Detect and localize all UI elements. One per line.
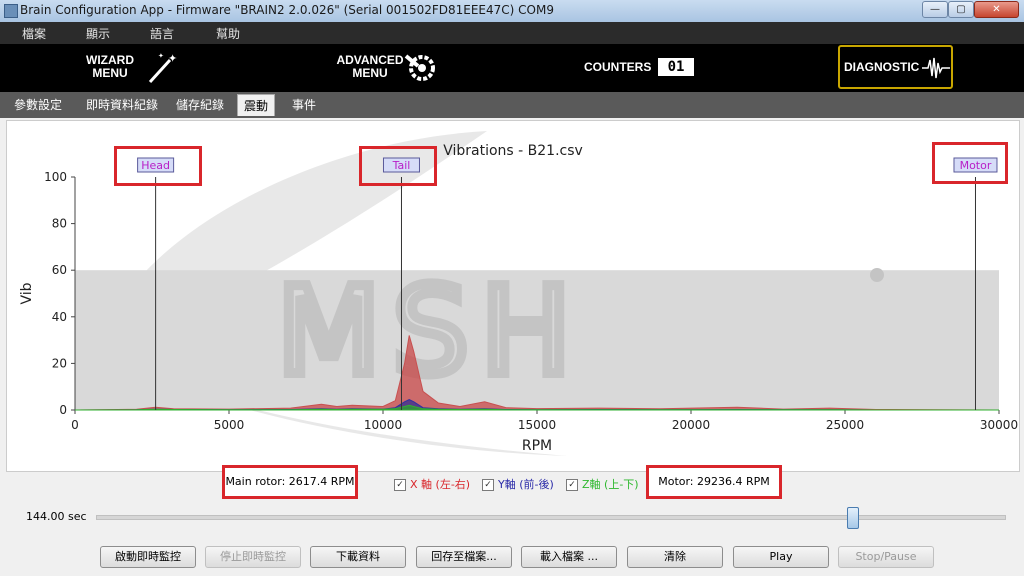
wizard-menu-button[interactable]: WIZARD MENU [78,54,142,80]
x-axis-label: X 軸 (左-右) [410,478,471,491]
time-slider-track[interactable] [96,515,1006,520]
title-bar: Brain Configuration App - Firmware "BRAI… [0,0,1024,23]
advanced-menu-button[interactable]: ADVANCED MENU [330,54,410,80]
checkbox-check-icon: ✓ [566,479,578,491]
head-marker-highlight [114,146,202,186]
time-label: 144.00 sec [26,510,87,523]
checkbox-check-icon: ✓ [394,479,406,491]
download-data-button[interactable]: 下載資料 [310,546,406,568]
x-axis-label: RPM [522,438,552,454]
x-tick-label: 5000 [214,418,245,432]
y-tick-label: 60 [52,263,67,277]
maximize-button[interactable]: ▢ [948,1,974,18]
x-tick-label: 25000 [826,418,864,432]
x-tick-label: 15000 [518,418,556,432]
load-file-button[interactable]: 載入檔案 ... [521,546,617,568]
watermark-text: MSH [277,263,583,402]
menu-help[interactable]: 幫助 [216,25,240,42]
y-axis-label: Y軸 (前-後) [498,478,554,491]
counter-digits-icon: 01 [658,58,694,76]
tab-vibration[interactable]: 震動 [237,94,276,116]
x-tick-label: 30000 [980,418,1018,432]
x-tick-label: 20000 [672,418,710,432]
z-axis-checkbox[interactable]: ✓ Z軸 (上-下) [566,476,639,492]
tab-parameters[interactable]: 參數設定 [14,96,62,113]
play-button[interactable]: Play [733,546,829,568]
y-tick-label: 100 [44,170,67,184]
counters-button[interactable]: COUNTERS [584,61,651,74]
stop-realtime-button[interactable]: 停止即時監控 [205,546,301,568]
main-rotor-readout: Main rotor: 2617.4 RPM [222,465,358,499]
minimize-button[interactable]: — [922,1,948,18]
y-tick-label: 0 [59,403,67,417]
tail-marker-highlight [359,146,437,186]
tab-realtime-log[interactable]: 即時資料紀錄 [86,96,158,113]
y-axis-checkbox[interactable]: ✓ Y軸 (前-後) [482,476,554,492]
start-realtime-button[interactable]: 啟動即時監控 [100,546,196,568]
menu-file[interactable]: 檔案 [22,25,46,42]
menu-bar: 檔案 顯示 語言 幫助 [0,22,1024,44]
magic-wand-icon: ✦ ✦ [148,52,177,84]
y-axis-label: Vib [19,282,35,304]
x-tick-label: 0 [71,418,79,432]
svg-text:✦: ✦ [168,52,177,65]
x-tick-label: 10000 [364,418,402,432]
menu-language[interactable]: 語言 [150,25,174,42]
diagnostic-label: DIAGNOSTIC [844,60,920,74]
wrench-gear-icon [404,54,435,81]
menu-view[interactable]: 顯示 [86,25,110,42]
motor-marker-highlight [932,142,1008,184]
tab-events[interactable]: 事件 [292,96,316,113]
chart-title: Vibrations - B21.csv [443,143,583,159]
watermark-dot [870,268,884,282]
close-button[interactable]: ✕ [974,1,1019,18]
tab-bar: 參數設定 即時資料紀錄 儲存紀錄 震動 事件 [0,92,1024,118]
x-axis-checkbox[interactable]: ✓ X 軸 (左-右) [394,476,470,492]
checkbox-check-icon: ✓ [482,479,494,491]
y-tick-label: 40 [52,310,67,324]
diagnostic-button[interactable]: DIAGNOSTIC [838,45,953,89]
waveform-icon [922,57,950,79]
tab-saved-log[interactable]: 儲存紀錄 [176,96,224,113]
nav-bar: WIZARD MENU ✦ ✦ ADVANCED MENU COUNTERS 0… [0,44,1024,92]
time-slider-thumb[interactable] [847,507,859,529]
y-tick-label: 20 [52,356,67,370]
motor-readout: Motor: 29236.4 RPM [646,465,782,499]
stop-pause-button[interactable]: Stop/Pause [838,546,934,568]
y-tick-label: 80 [52,217,67,231]
save-to-file-button[interactable]: 回存至檔案... [416,546,512,568]
svg-text:✦: ✦ [158,52,164,60]
app-icon [4,4,18,18]
window-title: Brain Configuration App - Firmware "BRAI… [20,3,554,17]
z-axis-label: Z軸 (上-下) [582,478,639,491]
clear-button[interactable]: 清除 [627,546,723,568]
